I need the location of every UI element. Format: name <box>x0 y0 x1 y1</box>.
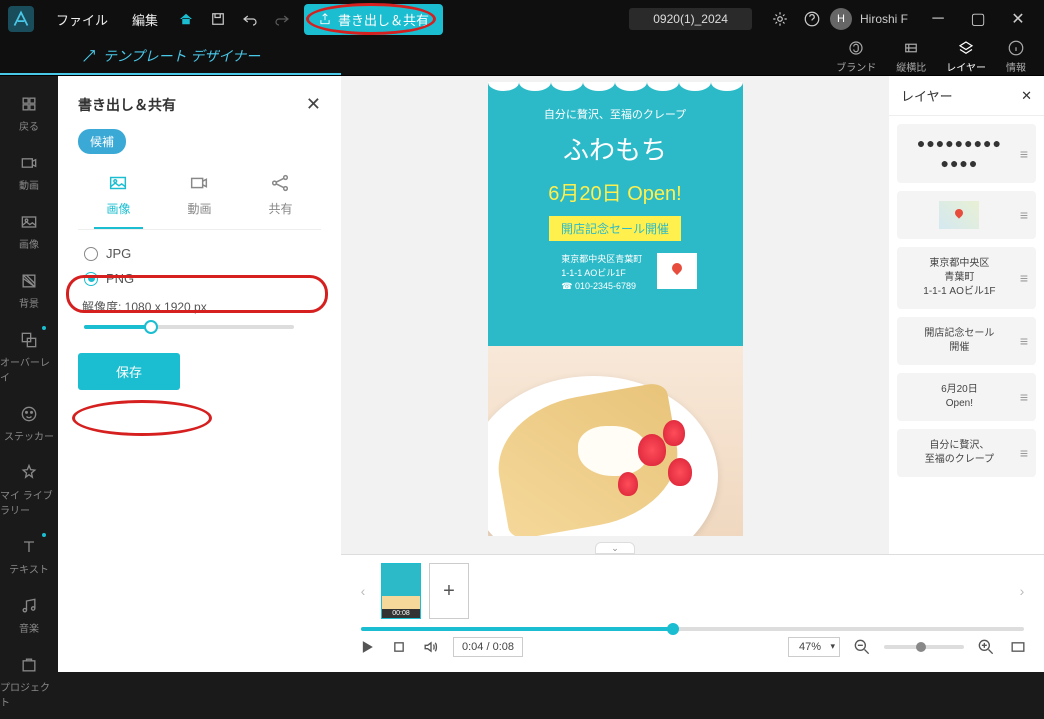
close-icon[interactable]: ✕ <box>1000 5 1036 33</box>
rail-back[interactable]: 戻る <box>0 84 58 143</box>
menu-file[interactable]: ファイル <box>46 6 118 33</box>
canvas-banner: 開店記念セール開催 <box>549 216 681 241</box>
resolution-label: 解像度: 1080 x 1920 px <box>82 298 321 315</box>
timecode: 0:04 / 0:08 <box>453 637 523 657</box>
rail-bg[interactable]: 背景 <box>0 261 58 320</box>
layer-item[interactable]: 6月20日Open! ≡ <box>897 373 1036 421</box>
rail-image[interactable]: 画像 <box>0 202 58 261</box>
user-name: Hiroshi F <box>860 12 908 26</box>
save-icon[interactable] <box>204 5 232 33</box>
canvas-address: 東京都中央区青葉町 1-1-1 AOビル1F ☎ 010-2345-6789 <box>561 253 642 294</box>
home-icon[interactable] <box>172 5 200 33</box>
slider-thumb[interactable] <box>144 320 158 334</box>
user-avatar[interactable]: H <box>830 8 852 30</box>
layer-text: 自分に贅沢、至福のクレープ <box>905 439 1014 467</box>
layers-panel: レイヤー ✕ ●●●●●●●●●●●●● ≡ ≡ 東京都中央区青葉町1-1-1 … <box>889 76 1044 554</box>
timeline-thumb[interactable]: 00:08 <box>381 563 421 619</box>
menu-edit[interactable]: 編集 <box>122 6 168 33</box>
zoom-slider[interactable] <box>884 645 964 649</box>
export-share-label: 書き出し＆共有 <box>338 10 429 29</box>
timeline-next-icon[interactable]: › <box>1012 571 1032 611</box>
canvas-title: ふわもち <box>488 130 743 167</box>
filename-field[interactable]: 0920(1)_2024 <box>629 8 752 30</box>
minimize-icon[interactable]: ─ <box>920 5 956 33</box>
undo-icon[interactable] <box>236 5 264 33</box>
scrubber-thumb[interactable] <box>667 623 679 635</box>
timeline: ‹ 00:08 + › 0:04 / 0:08 47% <box>341 554 1044 672</box>
export-tab-movie[interactable]: 動画 <box>175 166 223 229</box>
play-icon[interactable] <box>357 637 377 657</box>
layers-list: ●●●●●●●●●●●●● ≡ ≡ 東京都中央区青葉町1-1-1 AOビル1F … <box>889 116 1044 554</box>
settings-icon[interactable] <box>766 5 794 33</box>
tool-ratio[interactable]: 縦横比 <box>886 37 936 76</box>
timeline-scrubber[interactable] <box>361 627 1024 631</box>
drag-handle-icon[interactable]: ≡ <box>1020 389 1028 405</box>
layer-item[interactable]: 開店記念セール開催 ≡ <box>897 317 1036 365</box>
drag-handle-icon[interactable]: ≡ <box>1020 207 1028 223</box>
layer-thumb-dots: ●●●●●●●●●●●●● <box>905 134 1014 173</box>
rail-mylib[interactable]: マイ ライブラリー <box>0 453 58 527</box>
rail-sticker[interactable]: ステッカー <box>0 394 58 453</box>
format-jpg-radio[interactable]: JPG <box>84 246 321 261</box>
canvas-open-date: 6月20日 Open! <box>488 177 743 206</box>
layer-item[interactable]: 東京都中央区青葉町1-1-1 AOビル1F ≡ <box>897 247 1036 309</box>
canvas-area: 自分に贅沢、至福のクレープ ふわもち 6月20日 Open! 開店記念セール開催… <box>341 76 889 554</box>
export-panel: 書き出し＆共有 ✕ 候補 画像 動画 共有 JPG PNG 解像度: 1080 … <box>58 76 341 672</box>
rail-movie[interactable]: 動画 <box>0 143 58 202</box>
help-icon[interactable] <box>798 5 826 33</box>
save-button[interactable]: 保存 <box>78 353 180 390</box>
add-page-button[interactable]: + <box>429 563 469 619</box>
redo-icon[interactable] <box>268 5 296 33</box>
rail-project[interactable]: プロジェクト <box>0 645 58 719</box>
format-png-radio[interactable]: PNG <box>84 271 321 286</box>
layer-text: 6月20日Open! <box>905 383 1014 411</box>
export-panel-close-icon[interactable]: ✕ <box>306 94 321 115</box>
export-panel-title: 書き出し＆共有 <box>78 95 176 115</box>
canvas-expand-icon[interactable]: ⌄ <box>595 542 635 554</box>
canvas-subtitle: 自分に贅沢、至福のクレープ <box>488 106 743 122</box>
drag-handle-icon[interactable]: ≡ <box>1020 333 1028 349</box>
volume-icon[interactable] <box>421 637 441 657</box>
drag-handle-icon[interactable]: ≡ <box>1020 146 1028 162</box>
canvas-map-thumb <box>657 253 697 289</box>
thumb-duration: 00:08 <box>382 609 420 618</box>
canvas-photo <box>488 346 743 536</box>
zoom-select[interactable]: 47% <box>788 637 840 657</box>
rail-music[interactable]: 音楽 <box>0 586 58 645</box>
drag-handle-icon[interactable]: ≡ <box>1020 270 1028 286</box>
layers-close-icon[interactable]: ✕ <box>1021 88 1032 104</box>
export-share-button[interactable]: 書き出し＆共有 <box>304 4 443 35</box>
candidate-badge[interactable]: 候補 <box>78 129 126 154</box>
rail-overlay[interactable]: オーバーレイ <box>0 320 58 394</box>
stop-icon[interactable] <box>389 637 409 657</box>
timeline-prev-icon[interactable]: ‹ <box>353 571 373 611</box>
export-tab-share[interactable]: 共有 <box>256 166 304 229</box>
tool-layer[interactable]: レイヤー <box>936 37 996 76</box>
layer-text: 東京都中央区青葉町1-1-1 AOビル1F <box>905 257 1014 299</box>
tool-info[interactable]: 情報 <box>996 37 1036 76</box>
tool-brand[interactable]: ブランド <box>826 37 886 76</box>
designer-bar: テンプレート デザイナー ブランド 縦横比 レイヤー 情報 <box>0 38 1044 76</box>
drag-handle-icon[interactable]: ≡ <box>1020 445 1028 461</box>
zoom-in-icon[interactable] <box>976 637 996 657</box>
zoom-out-icon[interactable] <box>852 637 872 657</box>
app-logo[interactable] <box>8 6 34 32</box>
rail-text[interactable]: テキスト <box>0 527 58 586</box>
layer-thumb-map <box>905 201 1014 229</box>
resolution-slider[interactable] <box>84 325 294 329</box>
fit-icon[interactable] <box>1008 637 1028 657</box>
layer-text: 開店記念セール開催 <box>905 327 1014 355</box>
maximize-icon[interactable]: ▢ <box>960 5 996 33</box>
design-canvas[interactable]: 自分に贅沢、至福のクレープ ふわもち 6月20日 Open! 開店記念セール開催… <box>488 82 743 536</box>
left-rail: 戻る 動画 画像 背景 オーバーレイ ステッカー マイ ライブラリー テキスト … <box>0 76 58 672</box>
layers-title: レイヤー <box>901 86 953 105</box>
top-menu-bar: ファイル 編集 書き出し＆共有 0920(1)_2024 H Hiroshi F… <box>0 0 1044 38</box>
layer-item[interactable]: ●●●●●●●●●●●●● ≡ <box>897 124 1036 183</box>
layer-item[interactable]: ≡ <box>897 191 1036 239</box>
layer-item[interactable]: 自分に贅沢、至福のクレープ ≡ <box>897 429 1036 477</box>
template-designer-label: テンプレート デザイナー <box>0 38 341 75</box>
export-tab-image[interactable]: 画像 <box>94 166 142 229</box>
